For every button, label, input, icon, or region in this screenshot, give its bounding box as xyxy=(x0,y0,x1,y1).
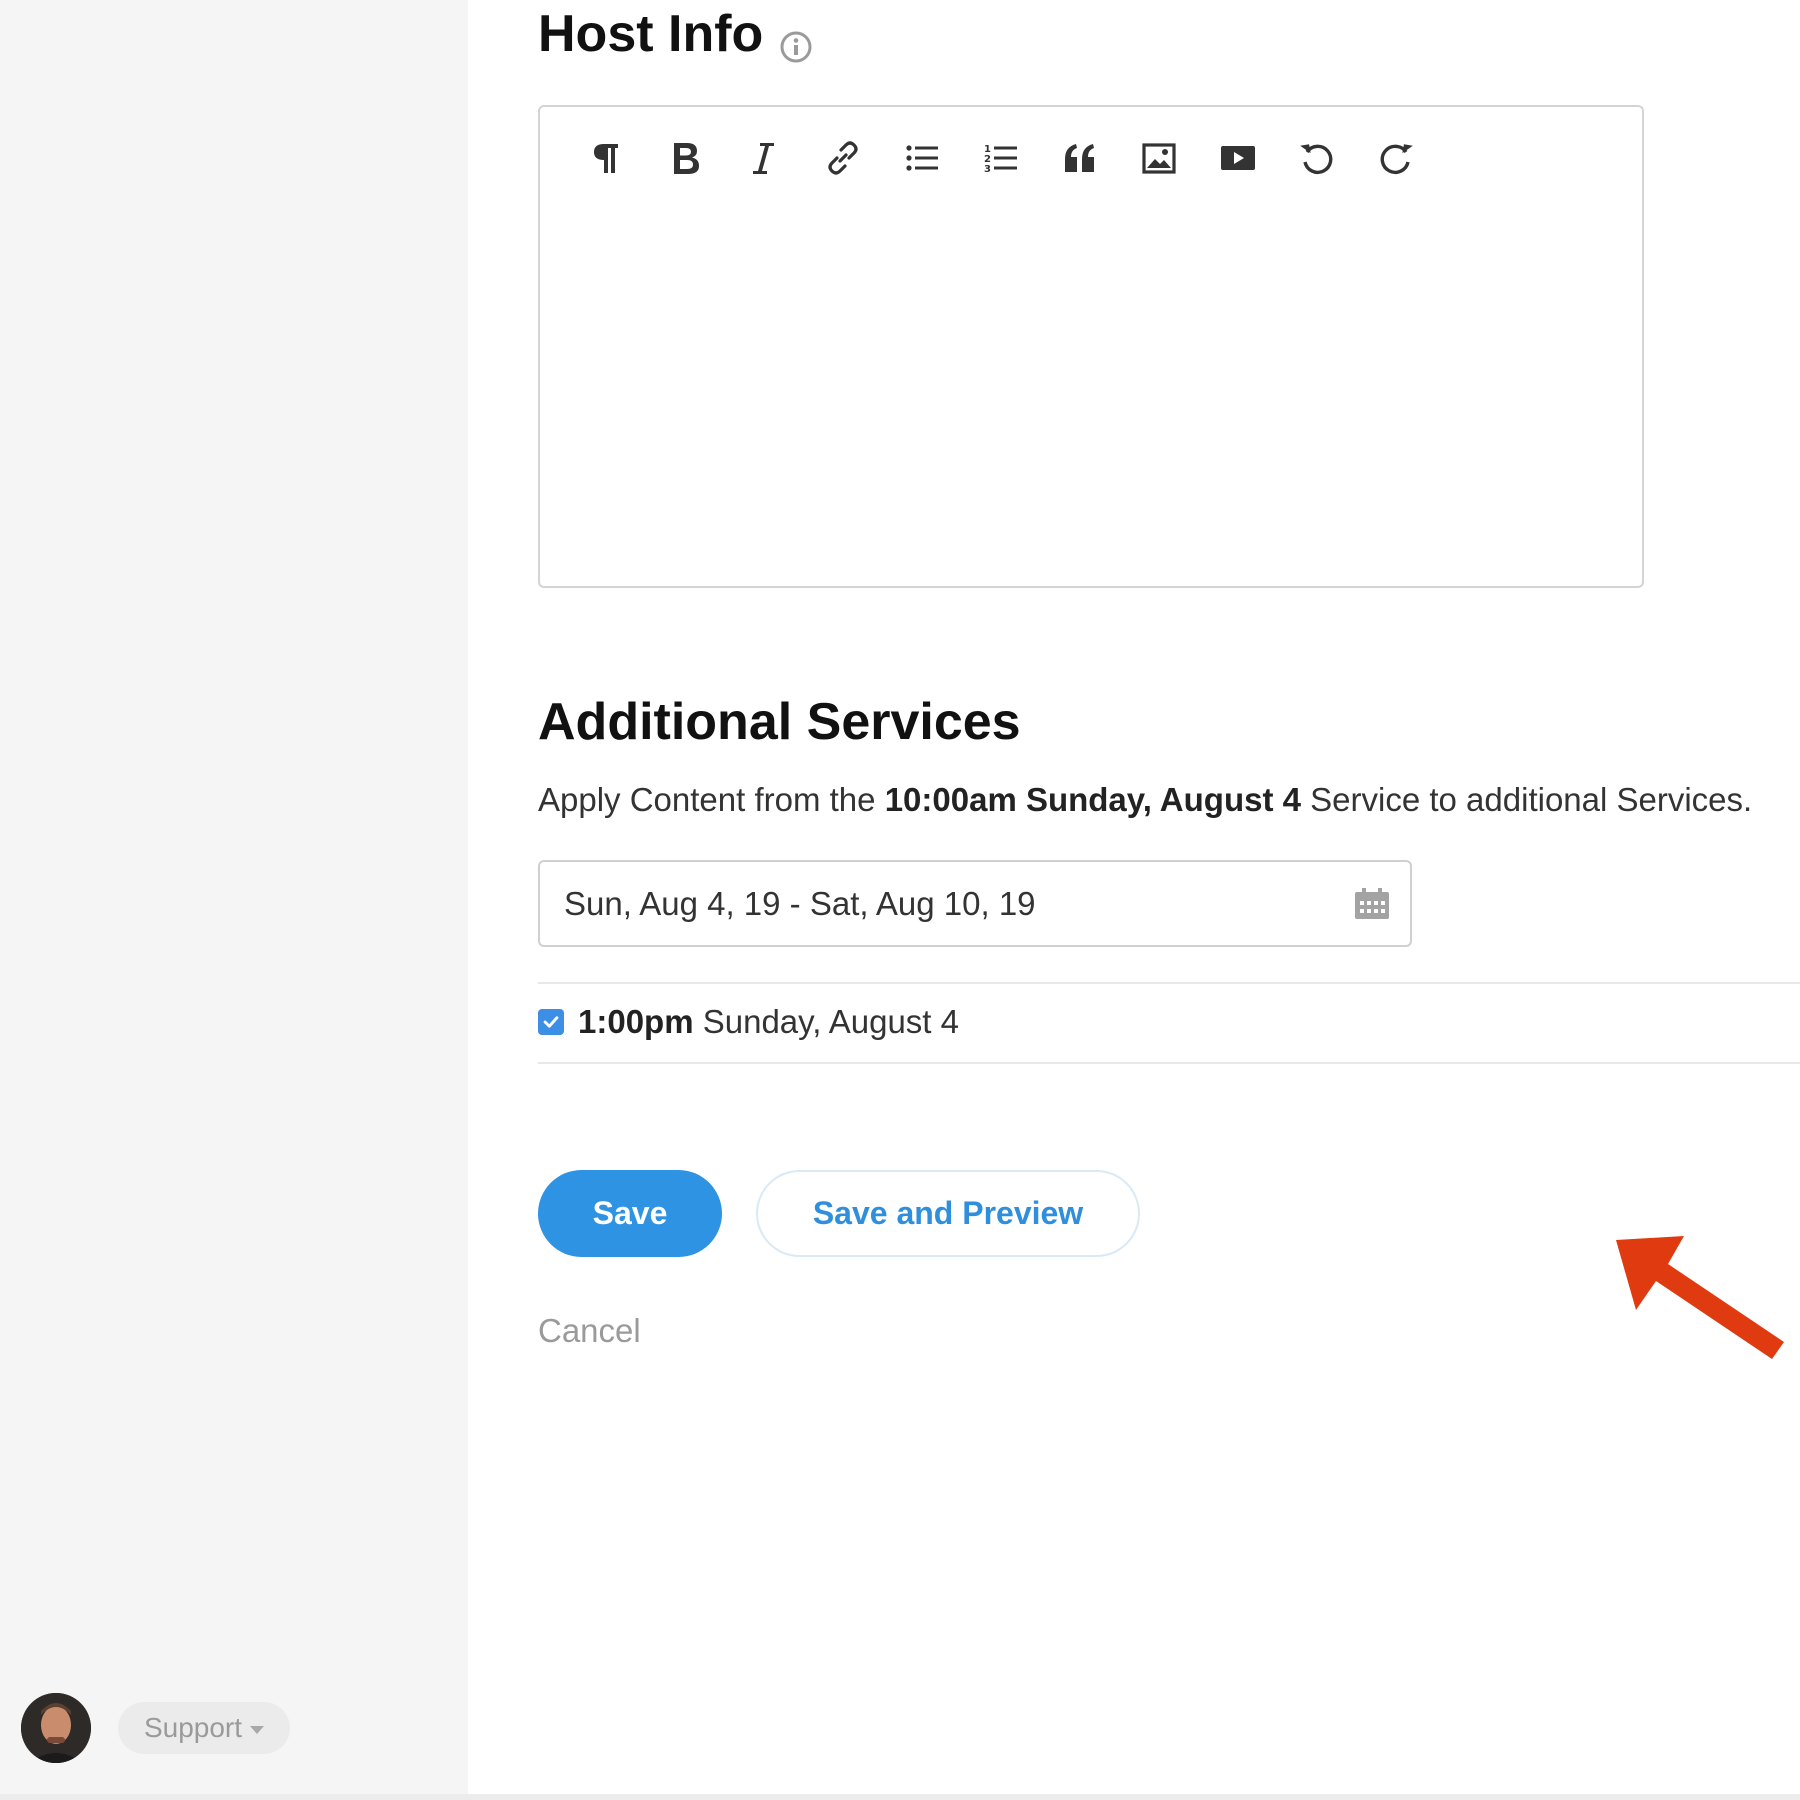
support-label: Support xyxy=(143,1712,243,1743)
divider xyxy=(538,1062,1800,1064)
paragraph-icon[interactable] xyxy=(566,129,645,187)
undo-icon[interactable] xyxy=(1277,129,1356,187)
quote-icon[interactable] xyxy=(1040,129,1119,187)
service-checkbox[interactable] xyxy=(538,1009,564,1035)
apply-prefix: Apply Content from the xyxy=(538,781,885,818)
rich-text-editor[interactable]: 123 xyxy=(538,105,1644,588)
save-button[interactable]: Save xyxy=(538,1170,722,1257)
support-dropdown[interactable]: Support xyxy=(118,1702,290,1754)
source-service: 10:00am Sunday, August 4 xyxy=(884,781,1301,818)
link-icon[interactable] xyxy=(803,129,882,187)
host-info-title: Host Info xyxy=(538,5,764,63)
calendar-icon[interactable] xyxy=(1354,888,1390,920)
date-range-input[interactable] xyxy=(564,884,1324,923)
host-info-heading: Host Info xyxy=(538,4,813,64)
service-time: 1:00pm xyxy=(578,1003,694,1040)
bullet-list-icon[interactable] xyxy=(882,129,961,187)
sidebar: Support xyxy=(0,0,468,1800)
annotation-arrow-icon xyxy=(1616,1236,1784,1359)
numbered-list-icon[interactable]: 123 xyxy=(961,129,1040,187)
checkmark-icon xyxy=(543,1016,559,1028)
service-date: Sunday, August 4 xyxy=(693,1003,959,1040)
service-label: 1:00pm Sunday, August 4 xyxy=(578,1003,959,1041)
cancel-link[interactable]: Cancel xyxy=(538,1312,641,1350)
additional-services-heading: Additional Services xyxy=(538,693,1021,751)
apply-suffix: Service to additional Services. xyxy=(1300,781,1753,818)
italic-icon[interactable] xyxy=(724,129,803,187)
video-icon[interactable] xyxy=(1198,129,1277,187)
svg-text:3: 3 xyxy=(984,164,991,175)
divider xyxy=(538,982,1800,984)
date-range-field[interactable] xyxy=(538,860,1412,947)
apply-content-description: Apply Content from the 10:00am Sunday, A… xyxy=(538,781,1752,819)
editor-toolbar: 123 xyxy=(566,129,1435,187)
footer-strip xyxy=(0,1794,1800,1800)
main-content: Host Info 1 2 3 Additional Services Appl… xyxy=(468,0,1800,1800)
bold-icon[interactable] xyxy=(645,129,724,187)
user-avatar[interactable] xyxy=(21,1693,91,1763)
chevron-down-icon xyxy=(250,1725,265,1734)
image-icon[interactable] xyxy=(1119,129,1198,187)
info-icon[interactable] xyxy=(779,17,813,63)
service-item[interactable]: 1:00pm Sunday, August 4 xyxy=(538,1003,959,1041)
save-and-preview-button[interactable]: Save and Preview xyxy=(756,1170,1140,1257)
redo-icon[interactable] xyxy=(1356,129,1435,187)
